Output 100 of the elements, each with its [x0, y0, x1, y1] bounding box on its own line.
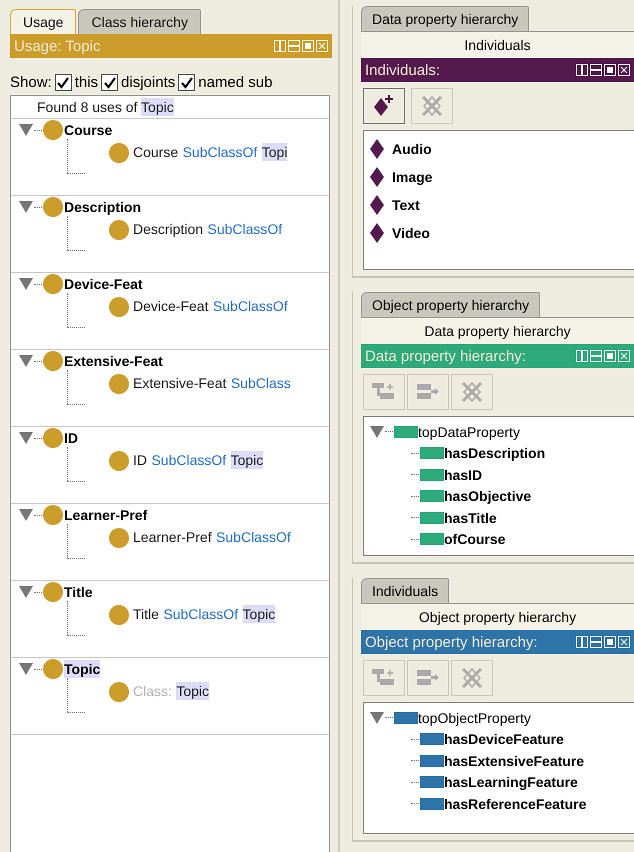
property-label[interactable]: hasDescription: [444, 445, 546, 462]
property-icon: [420, 533, 444, 546]
class-icon: [43, 197, 63, 217]
property-icon: [394, 426, 418, 438]
class-icon: [43, 120, 63, 140]
class-label[interactable]: Device-Feat: [64, 275, 143, 293]
checkbox[interactable]: [178, 74, 196, 91]
property-label[interactable]: hasReferenceFeature: [444, 796, 586, 812]
property-label[interactable]: topObjectProperty: [418, 710, 531, 726]
maximize-icon[interactable]: [604, 64, 616, 76]
property-icon: [420, 468, 444, 481]
property-label[interactable]: ofCourse: [444, 531, 506, 548]
class-icon: [109, 605, 129, 625]
property-icon: [420, 776, 444, 788]
axiom-text[interactable]: Course SubClassOf Topi: [133, 144, 288, 162]
add-diamond-icon: [373, 94, 395, 118]
axiom-text[interactable]: Device-Feat SubClassOf: [133, 298, 288, 316]
class-label[interactable]: ID: [64, 429, 78, 447]
class-icon: [109, 297, 129, 317]
delete-icon: [460, 380, 484, 404]
diamond-icon: [370, 195, 384, 215]
class-icon: [109, 682, 129, 702]
class-icon: [43, 659, 63, 679]
class-label[interactable]: Topic: [64, 660, 100, 678]
entity-name[interactable]: Topic: [141, 98, 174, 116]
property-label[interactable]: hasTitle: [444, 510, 497, 526]
close-icon[interactable]: [618, 64, 630, 76]
expanded-triangle-icon[interactable]: [370, 426, 384, 438]
diamond-icon: [370, 139, 384, 159]
checkbox-label: this: [74, 74, 98, 91]
class-label[interactable]: Learner-Pref: [64, 506, 148, 524]
checkbox-label: disjoints: [121, 74, 176, 91]
split-icon[interactable]: [576, 64, 588, 76]
expanded-triangle-icon[interactable]: [370, 712, 384, 724]
property-label[interactable]: hasExtensiveFeature: [444, 752, 584, 769]
checkbox[interactable]: [54, 74, 72, 91]
active-tab[interactable]: Object property hierarchy: [361, 603, 634, 630]
tab[interactable]: Usage: [10, 9, 76, 34]
panel-title: Data property hierarchy:: [365, 348, 526, 364]
class-icon: [43, 505, 63, 525]
panel-title: Usage: Topic: [14, 38, 100, 54]
tab[interactable]: Data property hierarchy: [361, 6, 530, 31]
individual-label[interactable]: Image: [392, 169, 432, 185]
minimize-icon[interactable]: [590, 64, 602, 76]
expanded-triangle-icon[interactable]: [19, 432, 33, 444]
class-icon: [109, 220, 129, 240]
expanded-triangle-icon[interactable]: [19, 278, 33, 290]
axiom-text[interactable]: Description SubClassOf: [133, 221, 282, 239]
tab[interactable]: Individuals: [361, 578, 450, 603]
property-icon: [420, 447, 444, 460]
active-tab[interactable]: Data property hierarchy: [361, 317, 634, 344]
property-icon: [420, 733, 444, 746]
results-summary: Found 8 uses of: [37, 98, 138, 116]
individual-label[interactable]: Text: [392, 197, 420, 213]
class-label[interactable]: Title: [64, 583, 93, 601]
property-icon: [420, 754, 444, 767]
checkbox[interactable]: [101, 74, 118, 91]
class-label[interactable]: Description: [64, 198, 142, 216]
delete-icon: [420, 94, 444, 118]
class-label[interactable]: Extensive-Feat: [64, 352, 163, 370]
delete-icon: [460, 666, 484, 690]
panel-title: Object property hierarchy:: [365, 634, 538, 650]
property-label[interactable]: hasObjective: [444, 488, 532, 504]
expanded-triangle-icon[interactable]: [19, 663, 33, 675]
checkbox-label: named sub: [198, 74, 272, 91]
axiom-text[interactable]: Title SubClassOf Topic: [133, 606, 276, 624]
expanded-triangle-icon[interactable]: [19, 509, 33, 521]
expanded-triangle-icon[interactable]: [19, 586, 33, 598]
class-icon: [43, 351, 63, 371]
class-icon: [43, 582, 63, 602]
class-icon: [109, 528, 129, 548]
diamond-icon: [370, 167, 384, 187]
property-icon: [420, 490, 444, 502]
show-label: Show:: [10, 74, 52, 91]
property-label[interactable]: hasLearningFeature: [444, 774, 578, 790]
property-label[interactable]: hasID: [444, 466, 482, 483]
axiom-text[interactable]: Class: Topic: [133, 683, 210, 701]
tab[interactable]: Class hierarchy: [78, 9, 201, 34]
class-icon: [109, 143, 129, 163]
expanded-triangle-icon[interactable]: [19, 201, 33, 213]
panel-title: Individuals:: [365, 62, 440, 78]
diamond-icon: [370, 223, 384, 243]
class-icon: [43, 428, 63, 448]
property-icon: [420, 798, 444, 810]
individual-label[interactable]: Video: [392, 225, 430, 241]
active-tab[interactable]: Individuals: [361, 31, 634, 58]
class-icon: [109, 374, 129, 394]
class-icon: [109, 451, 129, 471]
expanded-triangle-icon[interactable]: [19, 124, 33, 136]
axiom-text[interactable]: Extensive-Feat SubClass: [133, 375, 291, 393]
property-label[interactable]: hasDeviceFeature: [444, 731, 564, 748]
class-label[interactable]: Course: [64, 121, 112, 139]
axiom-text[interactable]: ID SubClassOf Topic: [133, 452, 264, 470]
toolbar-button[interactable]: [363, 88, 405, 124]
axiom-text[interactable]: Learner-Pref SubClassOf: [133, 529, 291, 547]
expanded-triangle-icon[interactable]: [19, 355, 33, 367]
property-icon: [420, 512, 444, 524]
tab[interactable]: Object property hierarchy: [361, 292, 540, 317]
individual-label[interactable]: Audio: [392, 141, 432, 157]
property-label[interactable]: topDataProperty: [418, 424, 520, 440]
